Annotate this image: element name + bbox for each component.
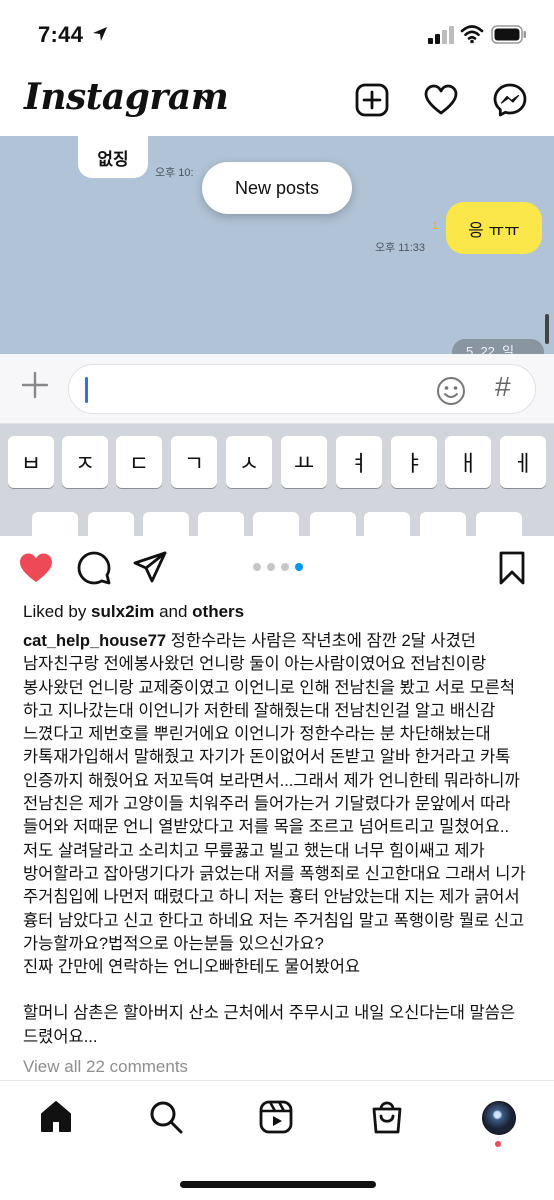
carousel-indicator [253, 563, 305, 573]
create-post-button[interactable] [354, 82, 390, 118]
search-icon [150, 1101, 183, 1134]
keyboard-key: ㄱ [171, 436, 217, 488]
chat-scrollbar [545, 314, 549, 344]
wifi-icon [460, 25, 484, 44]
status-time: 7:44 [38, 22, 84, 47]
chat-input-row: # [0, 354, 554, 424]
keyboard-key [32, 512, 78, 536]
post-caption: cat_help_house77 정한수라는 사람은 작년초에 잠깐 2달 사겼… [23, 630, 539, 1049]
caption-line-2: 진짜 간만에 연락하는 언니오빠한테도 물어봤어요 [23, 958, 361, 977]
nav-reels[interactable] [258, 1099, 294, 1135]
chat-bubble-left: 없징 [78, 136, 148, 178]
bottom-nav [0, 1080, 554, 1200]
home-indicator [180, 1181, 376, 1188]
comment-icon [77, 551, 111, 585]
share-button[interactable] [132, 550, 168, 586]
cellular-signal-icon [428, 26, 454, 44]
save-button[interactable] [494, 550, 530, 586]
chat-read-count: 1 [432, 220, 439, 232]
app-header: Instagram [0, 70, 554, 136]
keyboard-key: ㅔ [500, 436, 546, 488]
carousel-dot [267, 563, 275, 571]
plus-square-icon [355, 83, 389, 117]
activity-button[interactable] [423, 82, 459, 118]
shopping-bag-icon [372, 1101, 402, 1134]
keyboard-key: ㅛ [281, 436, 327, 488]
caption-text: 정한수라는 사람은 작년초에 잠깐 2달 사겼던 남자친구랑 전에봉사왔던 언니… [23, 632, 531, 953]
nav-profile-avatar[interactable] [482, 1101, 516, 1135]
heart-icon [424, 84, 458, 115]
messenger-icon [493, 83, 527, 117]
location-arrow-icon [93, 27, 107, 41]
liked-and: and [154, 602, 193, 621]
plus-icon [21, 371, 49, 399]
chevron-down-icon[interactable] [198, 92, 216, 106]
post-action-bar [0, 536, 554, 600]
view-comments-link[interactable]: View all 22 comments [23, 1057, 188, 1077]
liked-user[interactable]: sulx2im [91, 602, 154, 621]
keyboard-key: ㅑ [391, 436, 437, 488]
notification-dot [495, 1141, 501, 1147]
nav-shop[interactable] [369, 1099, 405, 1135]
keyboard-key: ㅂ [8, 436, 54, 488]
post-media[interactable]: 없징 오후 10: 1 오후 11:33 응 ㅠㅠ 5. 22. 일 New p… [0, 136, 554, 536]
hashtag-icon: # [495, 371, 511, 402]
caption-line-3: 할머니 삼촌은 할아버지 산소 근처에서 주무시고 내일 오신다는대 말씀은 드… [23, 1004, 520, 1046]
nav-search[interactable] [148, 1099, 184, 1135]
keyboard-key [420, 512, 466, 536]
keyboard-key: ㄷ [116, 436, 162, 488]
chat-time-left: 오후 10: [155, 167, 194, 179]
chat-message-field: # [68, 364, 536, 414]
caption-username[interactable]: cat_help_house77 [23, 632, 166, 650]
keyboard-key [143, 512, 189, 536]
like-button[interactable] [18, 550, 54, 586]
keyboard-key [198, 512, 244, 536]
keyboard-screenshot: ㅂ ㅈ ㄷ ㄱ ㅅ ㅛ ㅕ ㅑ ㅐ ㅔ [0, 424, 554, 536]
chat-time-right: 오후 11:33 [375, 242, 426, 254]
status-bar: 7:44 [0, 0, 554, 70]
keyboard-key [364, 512, 410, 536]
send-icon [133, 551, 167, 583]
carousel-dot-active [295, 563, 303, 571]
battery-icon [491, 25, 526, 44]
keyboard-key [310, 512, 356, 536]
liked-prefix: Liked by [23, 602, 92, 621]
carousel-dot [253, 563, 261, 571]
keyboard-key [88, 512, 134, 536]
keyboard-key: ㅈ [62, 436, 108, 488]
chat-bubble-right: 응 ㅠㅠ [446, 202, 542, 254]
keyboard-key: ㅅ [226, 436, 272, 488]
bookmark-icon [499, 551, 525, 585]
reels-icon [259, 1100, 293, 1134]
carousel-dot [281, 563, 289, 571]
keyboard-key [253, 512, 299, 536]
keyboard-key: ㅐ [445, 436, 491, 488]
keyboard-key: ㅕ [336, 436, 382, 488]
messenger-button[interactable] [492, 82, 528, 118]
nav-home[interactable] [38, 1099, 74, 1135]
emoji-icon [437, 377, 465, 405]
new-posts-pill[interactable]: New posts [202, 162, 352, 214]
liked-others[interactable]: others [192, 602, 244, 621]
text-caret [85, 377, 88, 403]
comment-button[interactable] [76, 550, 112, 586]
home-icon [41, 1101, 71, 1132]
likes-summary[interactable]: Liked by sulx2im and others [23, 602, 244, 622]
keyboard-key [476, 512, 522, 536]
heart-filled-icon [20, 553, 52, 582]
